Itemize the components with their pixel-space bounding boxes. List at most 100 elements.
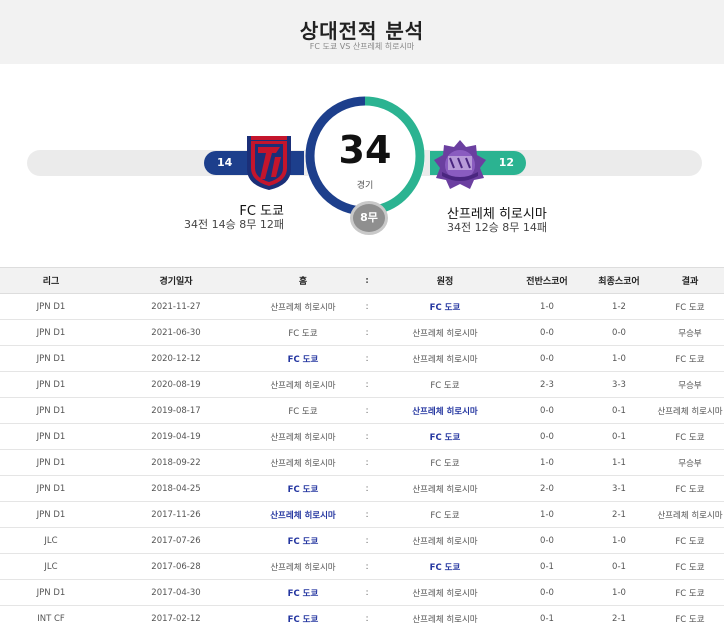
- cell-date: 2019-04-19: [102, 423, 250, 450]
- cell-half-score: 0-1: [512, 605, 582, 628]
- table-row[interactable]: INT CF 2017-02-12 FC 도쿄: 산프레체 히로시마 0-1 2-1 FC …: [0, 605, 724, 628]
- cell-league: JPN D1: [0, 579, 102, 606]
- cell-date: 2018-09-22: [102, 449, 250, 476]
- cell-home-team: FC 도쿄: [250, 527, 356, 554]
- cell-away-team: 산프레체 히로시마: [378, 319, 512, 346]
- header-result: 결과: [656, 267, 724, 294]
- cell-final-score: 1-0: [582, 579, 656, 606]
- cell-half-score: 0-0: [512, 397, 582, 424]
- cell-home-team: 산프레체 히로시마: [250, 371, 356, 398]
- table-row[interactable]: JPN D1 2019-04-19 산프레체 히로시마: FC 도쿄 0-0 0-1 FC …: [0, 423, 724, 450]
- cell-date: 2018-04-25: [102, 475, 250, 502]
- cell-separator: :: [356, 579, 378, 606]
- table-row[interactable]: JPN D1 2018-04-25 FC 도쿄: 산프레체 히로시마 2-0 3-1 FC …: [0, 475, 724, 502]
- cell-league: JPN D1: [0, 501, 102, 528]
- cell-final-score: 2-1: [582, 605, 656, 628]
- cell-separator: :: [356, 605, 378, 628]
- cell-league: JLC: [0, 553, 102, 580]
- total-matches-count: 34: [338, 128, 392, 172]
- table-row[interactable]: JLC 2017-06-28 산프레체 히로시마: FC 도쿄 0-1 0-1 FC 도쿄: [0, 553, 724, 580]
- cell-final-score: 3-3: [582, 371, 656, 398]
- cell-home-team: FC 도쿄: [250, 475, 356, 502]
- cell-home-team: FC 도쿄: [250, 345, 356, 372]
- cell-result: 무승부: [656, 371, 724, 398]
- cell-home-team: FC 도쿄: [250, 397, 356, 424]
- cell-separator: :: [356, 475, 378, 502]
- cell-league: JPN D1: [0, 293, 102, 320]
- cell-final-score: 1-1: [582, 449, 656, 476]
- table-row[interactable]: JPN D1 2018-09-22 산프레체 히로시마: FC 도쿄 1-0 1-1 무승부: [0, 449, 724, 476]
- header-final-score: 최종스코어: [582, 267, 656, 294]
- table-row[interactable]: JPN D1 2019-08-17 FC 도쿄: 산프레체 히로시마 0-0 0-1 산프레…: [0, 397, 724, 424]
- table-row[interactable]: JPN D1 2021-11-27 산프레체 히로시마: FC 도쿄 1-0 1-2 FC …: [0, 293, 724, 320]
- cell-final-score: 0-1: [582, 397, 656, 424]
- cell-separator: :: [356, 371, 378, 398]
- cell-half-score: 1-0: [512, 449, 582, 476]
- table-row[interactable]: JLC 2017-07-26 FC 도쿄: 산프레체 히로시마 0-0 1-0 FC 도쿄: [0, 527, 724, 554]
- cell-date: 2017-04-30: [102, 579, 250, 606]
- cell-half-score: 1-0: [512, 293, 582, 320]
- cell-league: JPN D1: [0, 319, 102, 346]
- cell-home-team: FC 도쿄: [250, 579, 356, 606]
- cell-separator: :: [356, 553, 378, 580]
- cell-result: FC 도쿄: [656, 423, 724, 450]
- match-history-table: 리그 경기일자 홈 : 원정 전반스코어 최종스코어 결과 JPN D1 2021…: [0, 267, 724, 628]
- page-subtitle: FC 도쿄 VS 산프레체 히로시마: [309, 42, 415, 51]
- table-row[interactable]: JPN D1 2020-08-19 산프레체 히로시마: FC 도쿄 2-3 3-3 무승부: [0, 371, 724, 398]
- cell-away-team: FC 도쿄: [378, 371, 512, 398]
- cell-home-team: 산프레체 히로시마: [250, 449, 356, 476]
- table-row[interactable]: JPN D1 2021-06-30 FC 도쿄: 산프레체 히로시마 0-0 0-0 무승부: [0, 319, 724, 346]
- cell-half-score: 0-0: [512, 579, 582, 606]
- cell-league: JPN D1: [0, 397, 102, 424]
- cell-league: JPN D1: [0, 423, 102, 450]
- cell-half-score: 1-0: [512, 501, 582, 528]
- header-date: 경기일자: [102, 267, 250, 294]
- cell-away-team: FC 도쿄: [378, 293, 512, 320]
- header-away: 원정: [378, 267, 512, 294]
- table-header-row: 리그 경기일자 홈 : 원정 전반스코어 최종스코어 결과: [0, 267, 724, 294]
- cell-half-score: 2-3: [512, 371, 582, 398]
- cell-result: FC 도쿄: [656, 579, 724, 606]
- cell-result: 무승부: [656, 319, 724, 346]
- cell-result: FC 도쿄: [656, 553, 724, 580]
- cell-date: 2017-07-26: [102, 527, 250, 554]
- cell-half-score: 0-0: [512, 319, 582, 346]
- cell-league: INT CF: [0, 605, 102, 628]
- left-team-record: 34전 14승 8무 12패: [184, 218, 284, 231]
- cell-result: FC 도쿄: [656, 293, 724, 320]
- cell-home-team: 산프레체 히로시마: [250, 293, 356, 320]
- cell-final-score: 0-1: [582, 553, 656, 580]
- cell-result: FC 도쿄: [656, 605, 724, 628]
- cell-half-score: 0-1: [512, 553, 582, 580]
- cell-final-score: 3-1: [582, 475, 656, 502]
- header-league: 리그: [0, 267, 102, 294]
- cell-separator: :: [356, 449, 378, 476]
- cell-home-team: FC 도쿄: [250, 605, 356, 628]
- cell-home-team: 산프레체 히로시마: [250, 423, 356, 450]
- cell-final-score: 1-0: [582, 527, 656, 554]
- table-row[interactable]: JPN D1 2017-04-30 FC 도쿄: 산프레체 히로시마 0-0 1-0 FC …: [0, 579, 724, 606]
- cell-league: JPN D1: [0, 371, 102, 398]
- table-row[interactable]: JPN D1 2020-12-12 FC 도쿄: 산프레체 히로시마 0-0 1-0 FC …: [0, 345, 724, 372]
- header-home: 홈: [250, 267, 356, 294]
- cell-away-team: 산프레체 히로시마: [378, 475, 512, 502]
- cell-final-score: 2-1: [582, 501, 656, 528]
- draws-badge: 8무: [350, 201, 388, 235]
- cell-separator: :: [356, 397, 378, 424]
- right-team-record: 34전 12승 8무 14패: [447, 221, 547, 234]
- cell-result: 산프레체 히로시마: [656, 501, 724, 528]
- sanfrecce-hiroshima-logo-icon: [434, 140, 486, 189]
- cell-result: FC 도쿄: [656, 475, 724, 502]
- cell-result: FC 도쿄: [656, 345, 724, 372]
- cell-separator: :: [356, 293, 378, 320]
- cell-result: FC 도쿄: [656, 527, 724, 554]
- cell-separator: :: [356, 527, 378, 554]
- cell-half-score: 0-0: [512, 423, 582, 450]
- table-row[interactable]: JPN D1 2017-11-26 산프레체 히로시마: FC 도쿄 1-0 2-1 산프레…: [0, 501, 724, 528]
- cell-final-score: 0-0: [582, 319, 656, 346]
- cell-separator: :: [356, 501, 378, 528]
- cell-date: 2020-12-12: [102, 345, 250, 372]
- cell-half-score: 0-0: [512, 345, 582, 372]
- cell-away-team: FC 도쿄: [378, 553, 512, 580]
- cell-away-team: 산프레체 히로시마: [378, 397, 512, 424]
